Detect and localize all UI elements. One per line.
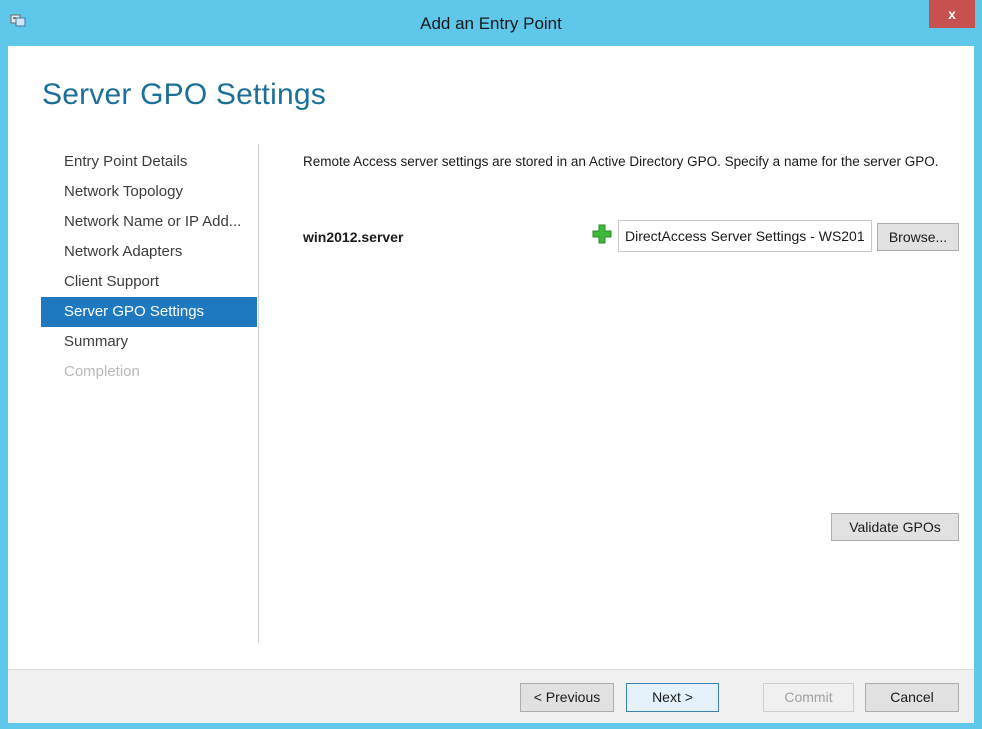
browse-button[interactable]: Browse... (877, 223, 959, 251)
title-bar: Add an Entry Point x (0, 0, 982, 46)
window-title: Add an Entry Point (420, 14, 562, 33)
wizard-content: Server GPO Settings Entry Point Details … (8, 46, 974, 723)
page-title: Server GPO Settings (42, 78, 326, 111)
previous-button[interactable]: < Previous (520, 683, 614, 712)
wizard-step-list: Entry Point Details Network Topology Net… (41, 147, 257, 387)
nav-item-client-support[interactable]: Client Support (41, 267, 257, 297)
server-name-label: win2012.server (303, 229, 404, 245)
green-plus-icon (592, 224, 612, 244)
nav-item-entry-point-details[interactable]: Entry Point Details (41, 147, 257, 177)
validate-gpos-button[interactable]: Validate GPOs (831, 513, 959, 541)
nav-item-completion: Completion (64, 363, 140, 380)
nav-item-network-adapters[interactable]: Network Adapters (41, 237, 257, 267)
close-button[interactable]: x (929, 0, 975, 28)
cancel-button[interactable]: Cancel (865, 683, 959, 712)
nav-divider (258, 144, 259, 643)
nav-item-network-name[interactable]: Network Name or IP Add... (41, 207, 257, 237)
gpo-description: Remote Access server settings are stored… (303, 154, 939, 169)
nav-item-server-gpo-settings[interactable]: Server GPO Settings (41, 297, 257, 327)
nav-item-network-topology[interactable]: Network Topology (41, 177, 257, 207)
gpo-name-field[interactable] (618, 220, 872, 252)
nav-item-summary[interactable]: Summary (41, 327, 257, 357)
commit-button: Commit (763, 683, 854, 712)
next-button[interactable]: Next > (626, 683, 719, 712)
